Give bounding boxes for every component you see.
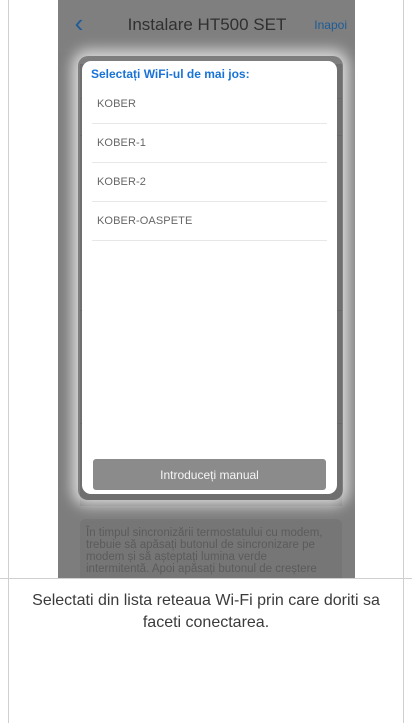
- instruction-card: În timpul sincronizării termostatului cu…: [80, 519, 342, 578]
- phone-screen: ‹ Instalare HT500 SET Inapoi În timpul s…: [58, 0, 355, 578]
- frame-divider: [0, 578, 412, 579]
- back-chevron-icon[interactable]: ‹: [67, 10, 91, 36]
- frame-right-border: [403, 0, 404, 723]
- caption-text: Selectati din lista reteaua Wi-Fi prin c…: [32, 592, 380, 631]
- top-bar: ‹ Instalare HT500 SET Inapoi: [58, 0, 355, 52]
- frame-left-border: [8, 0, 9, 723]
- back-link[interactable]: Inapoi: [314, 18, 347, 32]
- dialog-heading: Selectați WiFi-ul de mai jos:: [91, 67, 250, 81]
- wifi-list-item[interactable]: KOBER-1: [92, 124, 327, 163]
- wifi-list: KOBER KOBER-1 KOBER-2 KOBER-OASPETE: [82, 85, 337, 241]
- wifi-network-name: KOBER-OASPETE: [97, 215, 193, 227]
- page-title: Instalare HT500 SET: [127, 15, 287, 34]
- manual-entry-button[interactable]: Introduceți manual: [93, 459, 326, 490]
- instruction-text: În timpul sincronizării termostatului cu…: [86, 527, 323, 575]
- wifi-network-name: KOBER-2: [97, 176, 146, 188]
- wifi-list-item[interactable]: KOBER-2: [92, 163, 327, 202]
- wifi-list-item[interactable]: KOBER-OASPETE: [92, 202, 327, 241]
- wifi-network-name: KOBER: [97, 98, 137, 110]
- wifi-list-item[interactable]: KOBER: [92, 85, 327, 124]
- wifi-network-name: KOBER-1: [97, 137, 146, 149]
- wifi-selection-dialog: Selectați WiFi-ul de mai jos: KOBER KOBE…: [82, 61, 337, 494]
